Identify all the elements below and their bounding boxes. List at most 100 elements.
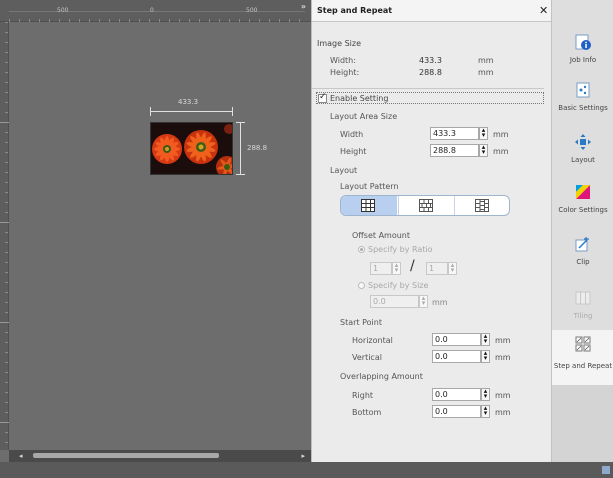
tab-step-and-repeat[interactable]: Step and Repeat bbox=[552, 330, 613, 385]
image-height-unit: mm bbox=[478, 68, 494, 77]
tab-job-info[interactable]: Job Info bbox=[552, 22, 613, 70]
tab-label: Color Settings bbox=[558, 206, 608, 214]
spin-arrows-icon[interactable]: ▴ ▾ bbox=[392, 262, 401, 275]
image-thumbnail[interactable] bbox=[150, 122, 233, 175]
spin-arrows-icon[interactable]: ▴ ▾ bbox=[419, 295, 428, 308]
image-width-value: 433.3 bbox=[419, 56, 442, 65]
pattern-brick-vertical-button[interactable] bbox=[454, 196, 509, 215]
step-repeat-icon bbox=[575, 336, 591, 352]
ratio-denominator-input[interactable]: 1 bbox=[426, 262, 448, 275]
offset-size-stepper[interactable]: 0.0 ▴ ▾ bbox=[370, 295, 428, 308]
tab-label: Job Info bbox=[569, 56, 597, 64]
flower-image bbox=[151, 123, 232, 174]
ruler-label: 500 bbox=[57, 7, 69, 14]
side-tab-bar: Job Info Basic Settings Layout Color Set… bbox=[551, 0, 613, 462]
pattern-brick-horizontal-button[interactable] bbox=[398, 196, 454, 215]
enable-setting-row[interactable]: Enable Setting bbox=[316, 92, 544, 104]
horizontal-ruler: 500 0 500 » bbox=[0, 0, 311, 22]
height-dimension-line bbox=[236, 122, 246, 175]
corner-icon[interactable] bbox=[602, 466, 610, 474]
overlap-bottom-input[interactable]: 0.0 bbox=[432, 405, 481, 418]
collapse-panel-icon[interactable]: » bbox=[301, 2, 306, 11]
layout-width-input[interactable]: 433.3 bbox=[430, 127, 479, 140]
image-height-label: Height: bbox=[330, 68, 360, 77]
size-label: Specify by Size bbox=[368, 281, 429, 290]
tab-clip[interactable]: Clip bbox=[552, 224, 613, 278]
panel-title: Step and Repeat bbox=[317, 6, 393, 15]
preview-canvas[interactable]: 500 0 500 » 433.3 288.8 ◂ ▸ bbox=[0, 0, 311, 462]
layout-height-input[interactable]: 288.8 bbox=[430, 144, 479, 157]
ratio-numerator-input[interactable]: 1 bbox=[370, 262, 392, 275]
status-bar bbox=[0, 462, 613, 478]
clip-icon bbox=[575, 237, 589, 252]
layout-height-label: Height bbox=[340, 147, 367, 156]
start-vertical-unit: mm bbox=[495, 353, 511, 362]
color-settings-icon bbox=[576, 185, 590, 199]
ruler-label: 500 bbox=[246, 7, 258, 14]
info-icon bbox=[575, 34, 591, 50]
tab-bar-empty-area bbox=[552, 385, 613, 462]
tab-layout[interactable]: Layout bbox=[552, 122, 613, 172]
layout-area-heading: Layout Area Size bbox=[330, 112, 398, 121]
start-horizontal-stepper[interactable]: 0.0 ▴ ▾ bbox=[432, 333, 492, 346]
spin-arrows-icon[interactable]: ▴ ▾ bbox=[479, 144, 488, 157]
ratio-numerator-stepper[interactable]: 1 ▴ ▾ bbox=[370, 262, 401, 275]
ratio-denominator-stepper[interactable]: 1 ▴ ▾ bbox=[426, 262, 457, 275]
size-radio[interactable] bbox=[358, 282, 365, 289]
image-width-label: Width: bbox=[330, 56, 356, 65]
image-height-value: 288.8 bbox=[419, 68, 442, 77]
spin-arrows-icon[interactable]: ▴ ▾ bbox=[481, 333, 490, 346]
layout-width-stepper[interactable]: 433.3 ▴ ▾ bbox=[430, 127, 490, 140]
layout-heading: Layout bbox=[330, 166, 358, 175]
spin-arrows-icon[interactable]: ▴ ▾ bbox=[481, 388, 490, 401]
grid-pattern-icon bbox=[361, 199, 375, 212]
layout-height-stepper[interactable]: 288.8 ▴ ▾ bbox=[430, 144, 490, 157]
start-vertical-stepper[interactable]: 0.0 ▴ ▾ bbox=[432, 350, 492, 363]
scroll-left-icon[interactable]: ◂ bbox=[19, 452, 23, 460]
width-dimension-label: 433.3 bbox=[178, 98, 199, 106]
tab-label: Layout bbox=[571, 156, 595, 164]
ruler-label: 0 bbox=[150, 7, 154, 14]
overlap-bottom-stepper[interactable]: 0.0 ▴ ▾ bbox=[432, 405, 492, 418]
spin-arrows-icon[interactable]: ▴ ▾ bbox=[481, 350, 490, 363]
overlap-right-label: Right bbox=[352, 391, 374, 400]
layout-width-unit: mm bbox=[493, 130, 509, 139]
overlap-heading: Overlapping Amount bbox=[340, 372, 423, 381]
height-dimension-label: 288.8 bbox=[247, 144, 268, 152]
vertical-ruler bbox=[0, 22, 9, 450]
start-horizontal-unit: mm bbox=[495, 336, 511, 345]
overlap-right-stepper[interactable]: 0.0 ▴ ▾ bbox=[432, 388, 492, 401]
overlap-bottom-label: Bottom bbox=[352, 408, 382, 417]
tab-color-settings[interactable]: Color Settings bbox=[552, 172, 613, 224]
panel-header: Step and Repeat ✕ bbox=[312, 0, 552, 22]
start-vertical-label: Vertical bbox=[352, 353, 382, 362]
overlap-bottom-unit: mm bbox=[495, 408, 511, 417]
horizontal-scrollbar[interactable]: ◂ ▸ bbox=[9, 450, 311, 462]
close-icon[interactable]: ✕ bbox=[539, 4, 548, 17]
tab-basic-settings[interactable]: Basic Settings bbox=[552, 70, 613, 122]
start-horizontal-input[interactable]: 0.0 bbox=[432, 333, 481, 346]
overlap-right-input[interactable]: 0.0 bbox=[432, 388, 481, 401]
layout-pattern-selector[interactable] bbox=[340, 195, 510, 216]
tab-label: Tiling bbox=[573, 312, 593, 320]
tab-tiling[interactable]: Tiling bbox=[552, 278, 613, 330]
start-vertical-input[interactable]: 0.0 bbox=[432, 350, 481, 363]
offset-size-input[interactable]: 0.0 bbox=[370, 295, 419, 308]
enable-setting-checkbox[interactable] bbox=[318, 92, 327, 103]
layout-width-label: Width bbox=[340, 130, 364, 139]
tiling-icon bbox=[575, 291, 591, 305]
start-point-heading: Start Point bbox=[340, 318, 382, 327]
scrollbar-thumb[interactable] bbox=[33, 453, 219, 458]
scroll-right-icon[interactable]: ▸ bbox=[301, 452, 305, 460]
offset-size-unit: mm bbox=[432, 298, 448, 307]
spin-arrows-icon[interactable]: ▴ ▾ bbox=[448, 262, 457, 275]
ratio-label: Specify by Ratio bbox=[368, 245, 433, 254]
tab-label: Step and Repeat bbox=[553, 362, 613, 370]
brick-vertical-pattern-icon bbox=[475, 199, 489, 212]
spin-arrows-icon[interactable]: ▴ ▾ bbox=[479, 127, 488, 140]
spin-arrows-icon[interactable]: ▴ ▾ bbox=[481, 405, 490, 418]
tab-label: Clip bbox=[576, 258, 590, 266]
pattern-grid-button[interactable] bbox=[341, 196, 397, 215]
ratio-radio[interactable] bbox=[358, 246, 365, 253]
image-size-heading: Image Size bbox=[317, 39, 362, 48]
